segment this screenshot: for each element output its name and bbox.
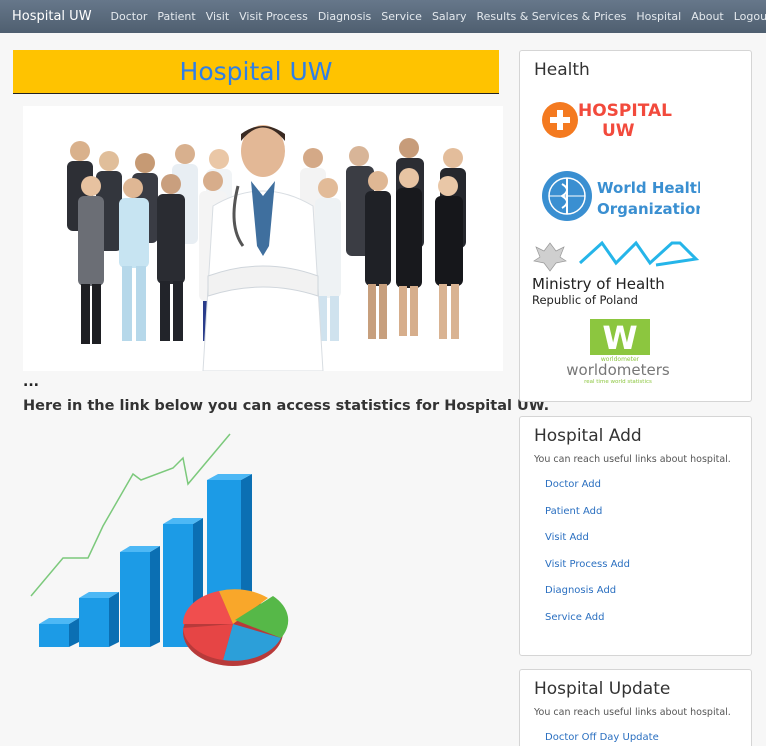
hospital-add-heading: Hospital Add: [534, 426, 642, 446]
statistics-illustration[interactable]: [23, 428, 313, 678]
nav-item-doctor[interactable]: Doctor: [111, 10, 148, 23]
link-diagnosis-add[interactable]: Diagnosis Add: [545, 585, 751, 612]
health-panel: Health HOSPITAL UW World Health Organiza…: [519, 50, 752, 402]
nav-item-salary[interactable]: Salary: [432, 10, 467, 23]
moh-logo-line2: Republic of Poland: [532, 293, 638, 307]
hospital-logo-line2: UW: [602, 121, 635, 141]
stats-description: Here in the link below you can access st…: [23, 398, 550, 414]
link-patient-add[interactable]: Patient Add: [545, 506, 751, 533]
moh-logo-line1: Ministry of Health: [532, 275, 665, 293]
hospital-add-description: You can reach useful links about hospita…: [534, 454, 731, 465]
wm-logo-main: worldometers: [566, 361, 670, 379]
hospital-logo-line1: HOSPITAL: [578, 101, 672, 121]
nav-item-results[interactable]: Results & Services & Prices: [477, 10, 627, 23]
page-title-bar: Hospital UW: [13, 50, 499, 94]
pie-chart-icon: [182, 589, 289, 666]
nav-item-service[interactable]: Service: [381, 10, 422, 23]
link-doctor-off-day-update[interactable]: Doctor Off Day Update: [545, 732, 751, 746]
hospital-uw-logo[interactable]: HOSPITAL UW: [540, 96, 700, 144]
link-doctor-add[interactable]: Doctor Add: [545, 479, 751, 506]
nav-item-visit[interactable]: Visit: [206, 10, 229, 23]
hero-image: [23, 106, 503, 371]
navbar-right-group: Hospital About Logout: [631, 10, 766, 23]
wm-logo-sub: real time world statistics: [584, 379, 652, 385]
link-visit-process-add[interactable]: Visit Process Add: [545, 559, 751, 586]
nav-item-visit-process[interactable]: Visit Process: [239, 10, 308, 23]
link-service-add[interactable]: Service Add: [545, 612, 751, 639]
who-logo-line2: Organization: [597, 200, 700, 218]
wave-icon: [578, 240, 700, 267]
nav-item-about[interactable]: About: [691, 10, 724, 23]
main-content: Hospital UW ... Here in the link below y…: [13, 50, 549, 666]
nav-item-patient[interactable]: Patient: [157, 10, 195, 23]
hospital-update-description: You can reach useful links about hospita…: [534, 707, 731, 718]
hospital-update-links: Doctor Off Day Update: [545, 732, 751, 746]
ministry-of-health-logo[interactable]: Ministry of Health Republic of Poland: [532, 237, 712, 309]
page-title: Hospital UW: [179, 57, 333, 86]
nav-item-logout[interactable]: Logout: [734, 10, 766, 23]
medical-staff-illustration: [23, 106, 503, 371]
hospital-add-links: Doctor Add Patient Add Visit Add Visit P…: [545, 479, 751, 639]
svg-text:W: W: [602, 319, 637, 357]
nav-item-hospital[interactable]: Hospital: [636, 10, 681, 23]
hospital-update-heading: Hospital Update: [534, 679, 671, 699]
hospital-update-panel: Hospital Update You can reach useful lin…: [519, 669, 752, 746]
ellipsis-text: ...: [23, 374, 39, 390]
hospital-add-panel: Hospital Add You can reach useful links …: [519, 416, 752, 656]
top-navbar: Hospital UW Doctor Patient Visit Visit P…: [0, 0, 766, 33]
who-emblem-icon: [542, 171, 592, 221]
who-logo[interactable]: World Health Organization: [540, 164, 708, 228]
eagle-icon: [533, 242, 567, 272]
worldometers-logo[interactable]: W worldometer worldometers real time wor…: [550, 317, 690, 385]
health-heading: Health: [534, 60, 590, 80]
link-visit-add[interactable]: Visit Add: [545, 532, 751, 559]
navbar-brand[interactable]: Hospital UW: [12, 9, 92, 24]
nav-item-diagnosis[interactable]: Diagnosis: [318, 10, 371, 23]
who-logo-line1: World Health: [597, 179, 700, 197]
